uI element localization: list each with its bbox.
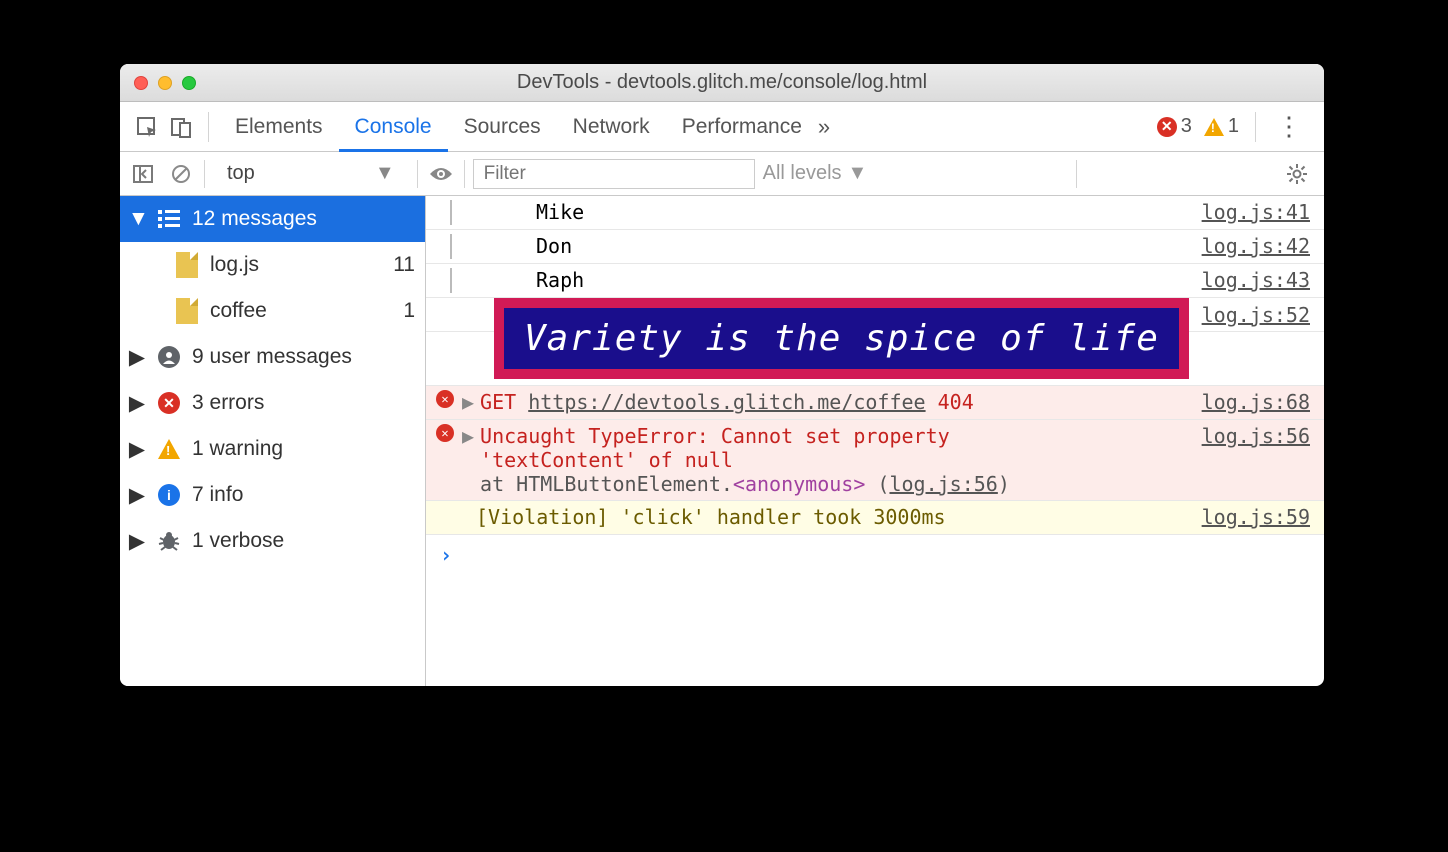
disclosure-right-icon: ▶ [128, 437, 146, 462]
warning-count-badge[interactable]: 1 [1204, 115, 1239, 138]
clear-console-icon[interactable] [166, 159, 196, 189]
bug-icon [158, 530, 180, 552]
sidebar-file-logjs[interactable]: log.js 11 [120, 242, 425, 288]
console-log-area: Mike log.js:41 Don log.js:42 Raph log.js… [426, 196, 1324, 686]
titlebar: DevTools - devtools.glitch.me/console/lo… [120, 64, 1324, 102]
dropdown-icon: ▼ [848, 162, 868, 185]
error-icon: ✕ [1157, 117, 1177, 137]
expand-icon[interactable]: ▶ [462, 390, 474, 414]
warning-icon [1204, 118, 1224, 136]
user-icon [158, 346, 180, 368]
sidebar-warnings[interactable]: ▶ 1 warning [120, 426, 425, 472]
source-link[interactable]: log.js:52 [1190, 303, 1310, 327]
filter-input[interactable] [473, 159, 755, 189]
console-body: ▼ 12 messages log.js 11 coffee 1 ▶ 9 use… [120, 196, 1324, 686]
context-selector[interactable]: top ▼ [213, 162, 409, 185]
disclosure-right-icon: ▶ [128, 391, 146, 416]
disclosure-right-icon: ▶ [128, 345, 146, 370]
sidebar-verbose[interactable]: ▶ 1 verbose [120, 518, 425, 564]
violation-row[interactable]: [Violation] 'click' handler took 3000ms … [426, 501, 1324, 535]
sidebar-messages-group[interactable]: ▼ 12 messages [120, 196, 425, 242]
devtools-tabstrip: Elements Console Sources Network Perform… [120, 102, 1324, 152]
console-toolbar: top ▼ All levels ▼ [120, 152, 1324, 196]
file-icon [176, 298, 198, 324]
sidebar-file-coffee[interactable]: coffee 1 [120, 288, 425, 334]
expand-icon[interactable]: ▶ [462, 424, 474, 448]
list-icon [158, 210, 180, 228]
type-error-row[interactable]: ✕ ▶ Uncaught TypeError: Cannot set prope… [426, 420, 1324, 501]
log-row[interactable]: Mike log.js:41 [426, 196, 1324, 230]
live-expression-icon[interactable] [426, 159, 456, 189]
info-icon: i [158, 484, 180, 506]
log-row[interactable]: Raph log.js:43 [426, 264, 1324, 298]
tab-sources[interactable]: Sources [448, 102, 557, 152]
source-link[interactable]: log.js:43 [1190, 268, 1310, 292]
log-levels-selector[interactable]: All levels ▼ [763, 162, 868, 185]
window-title: DevTools - devtools.glitch.me/console/lo… [120, 71, 1324, 94]
inspect-element-icon[interactable] [130, 110, 164, 144]
tab-network[interactable]: Network [557, 102, 666, 152]
error-count-badge[interactable]: ✕ 3 [1157, 115, 1192, 138]
tab-performance[interactable]: Performance [666, 102, 818, 152]
disclosure-right-icon: ▶ [128, 529, 146, 554]
dropdown-icon: ▼ [375, 162, 395, 185]
console-prompt[interactable]: › [426, 535, 1324, 575]
console-settings-icon[interactable] [1286, 163, 1316, 185]
sidebar-info[interactable]: ▶ i 7 info [120, 472, 425, 518]
device-toolbar-icon[interactable] [164, 110, 198, 144]
file-icon [176, 252, 198, 278]
warning-icon [158, 439, 180, 459]
source-link[interactable]: log.js:42 [1190, 234, 1310, 258]
styled-log-text: Variety is the spice of life [494, 298, 1189, 379]
source-link[interactable]: log.js:41 [1190, 200, 1310, 224]
error-icon: ✕ [158, 392, 180, 414]
tab-elements[interactable]: Elements [219, 102, 339, 152]
disclosure-right-icon: ▶ [128, 483, 146, 508]
source-link[interactable]: log.js:56 [1190, 424, 1310, 448]
disclosure-down-icon: ▼ [128, 207, 146, 231]
network-error-row[interactable]: ✕ ▶ GET https://devtools.glitch.me/coffe… [426, 386, 1324, 420]
source-link[interactable]: log.js:68 [1190, 390, 1310, 414]
toggle-sidebar-icon[interactable] [128, 159, 158, 189]
error-icon: ✕ [436, 390, 454, 408]
source-link[interactable]: log.js:59 [1190, 505, 1310, 529]
console-sidebar: ▼ 12 messages log.js 11 coffee 1 ▶ 9 use… [120, 196, 426, 686]
sidebar-user-messages[interactable]: ▶ 9 user messages [120, 334, 425, 380]
more-menu-button[interactable]: ⋮ [1266, 111, 1314, 142]
tab-console[interactable]: Console [339, 102, 448, 152]
tabs-overflow-button[interactable]: » [818, 114, 830, 140]
sidebar-errors[interactable]: ▶ ✕ 3 errors [120, 380, 425, 426]
devtools-window: DevTools - devtools.glitch.me/console/lo… [120, 64, 1324, 686]
log-row[interactable]: Don log.js:42 [426, 230, 1324, 264]
error-icon: ✕ [436, 424, 454, 442]
